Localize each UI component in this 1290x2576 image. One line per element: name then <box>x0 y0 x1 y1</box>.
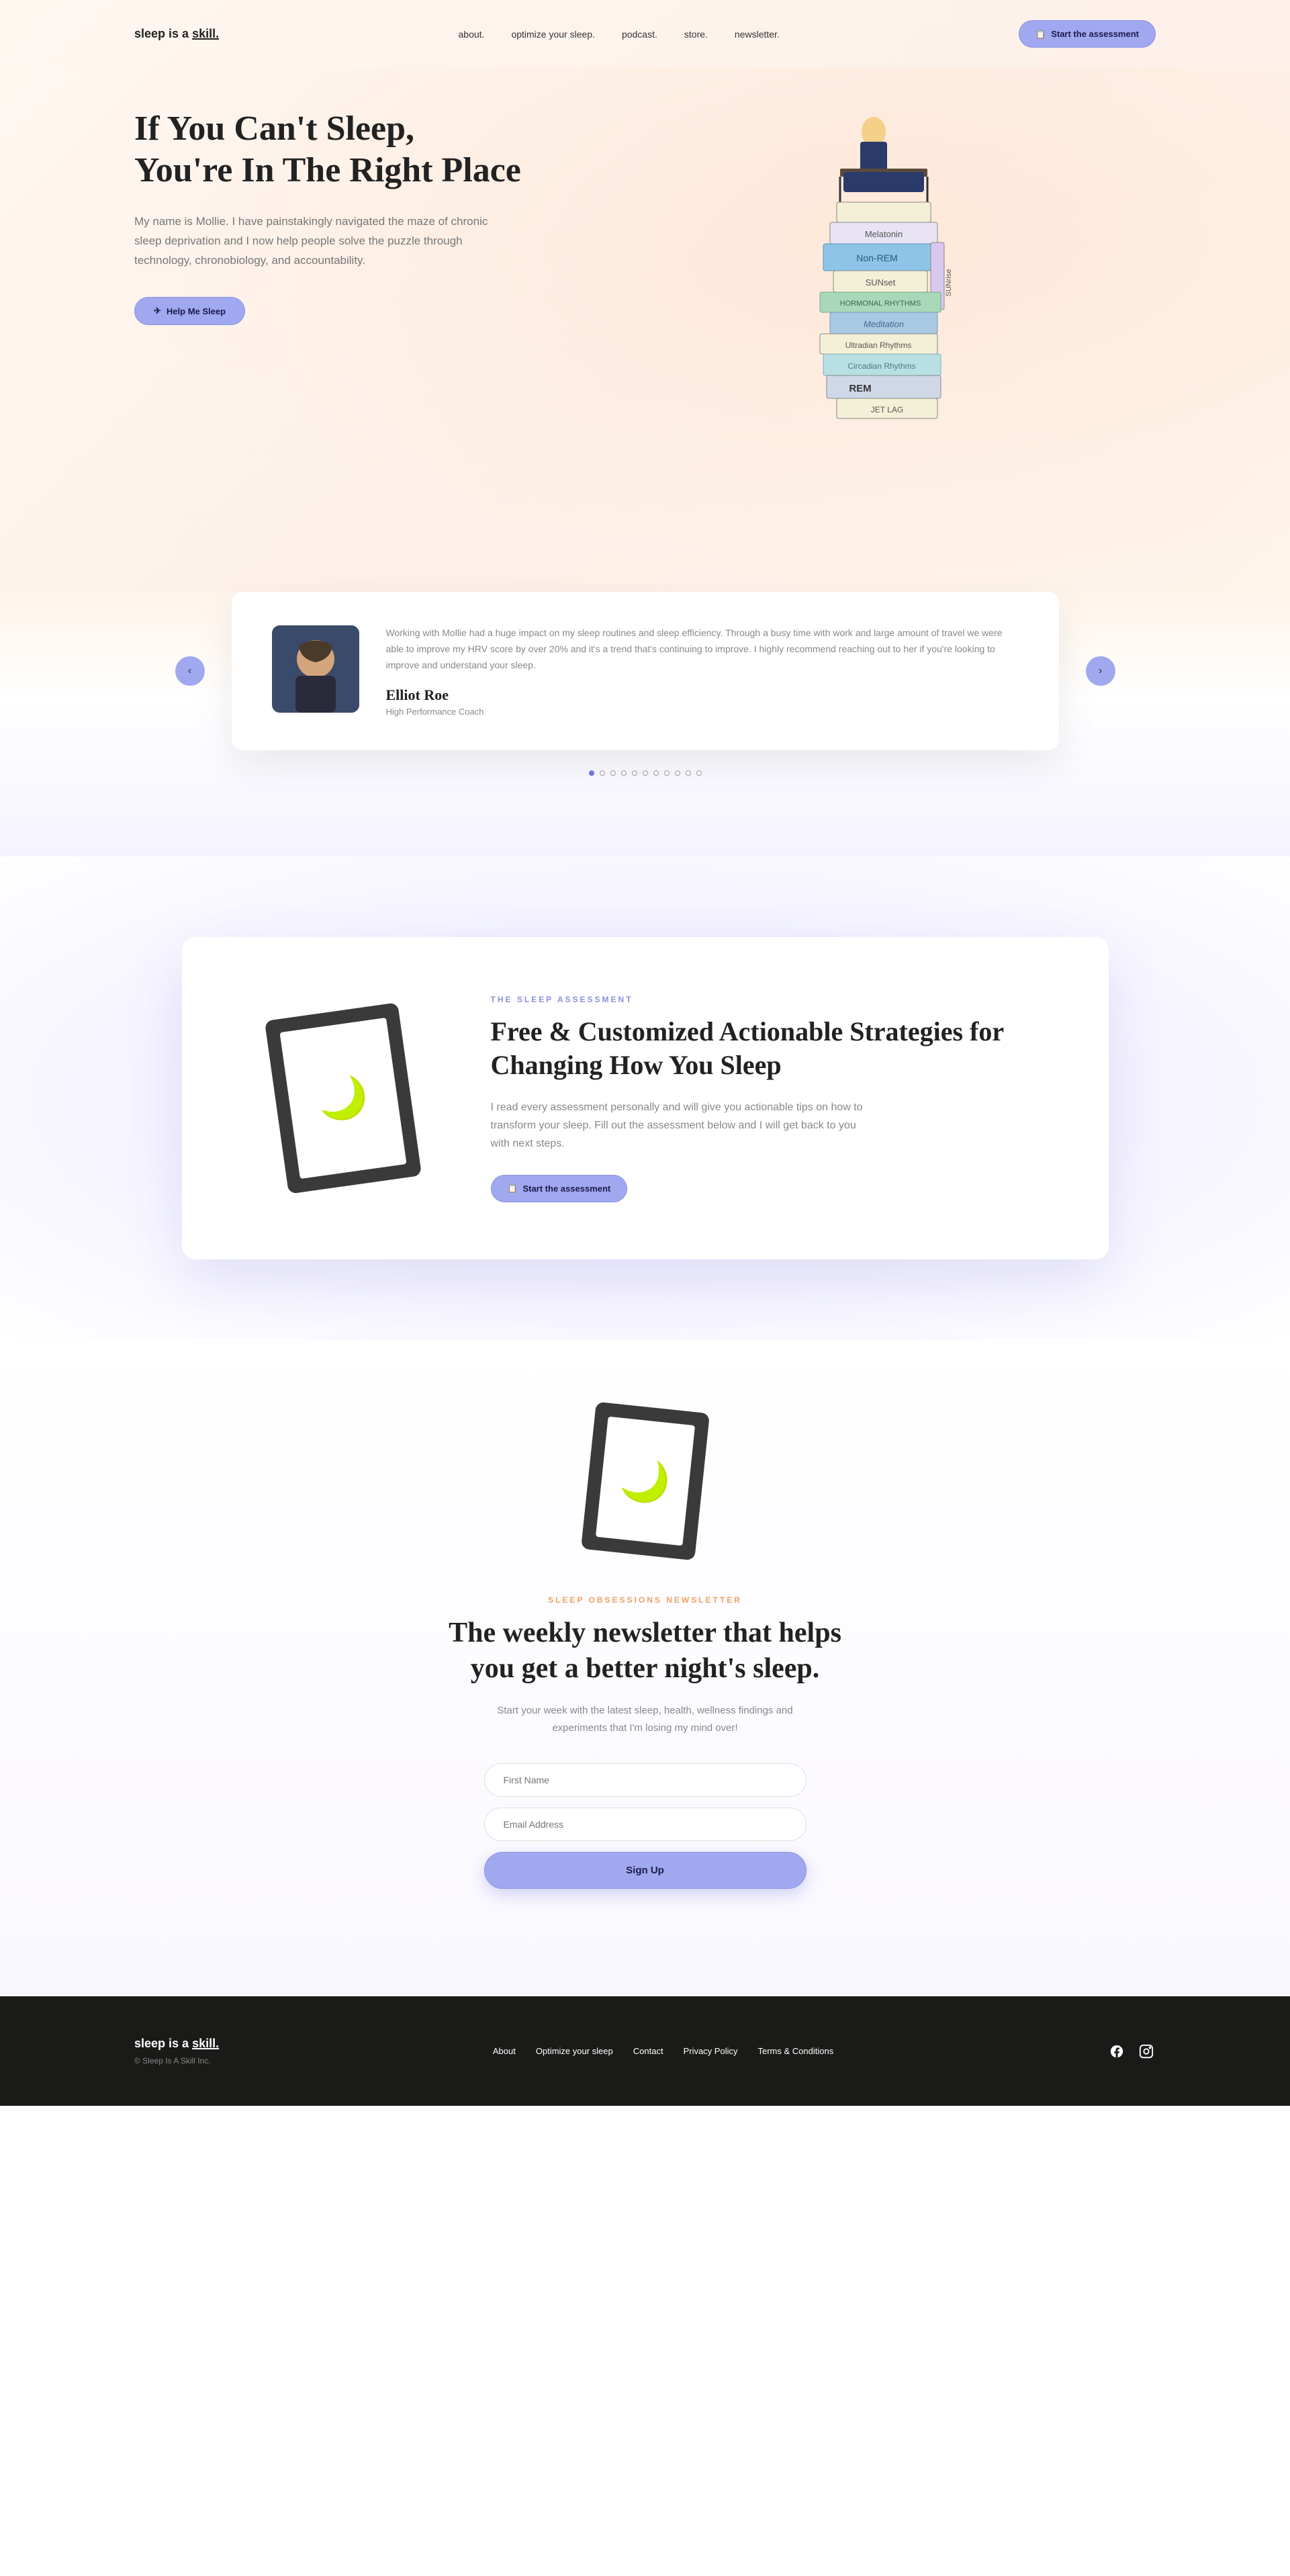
footer-terms[interactable]: Terms & Conditions <box>757 2046 833 2056</box>
dot-8[interactable] <box>675 770 680 776</box>
assessment-section: THE SLEEP ASSESSMENT Free & Customized A… <box>0 856 1290 1340</box>
start-assessment-label: Start the assessment <box>1051 29 1139 39</box>
footer-logo-prefix: sleep is a <box>134 2037 192 2050</box>
email-input[interactable] <box>484 1808 807 1841</box>
dot-4[interactable] <box>632 770 637 776</box>
dot-7[interactable] <box>664 770 670 776</box>
copyright: © Sleep Is A Skill Inc. <box>134 2056 219 2066</box>
nav-newsletter[interactable]: newsletter. <box>735 29 780 40</box>
newsletter-section: SLEEP OBSESSIONS NEWSLETTER The weekly n… <box>0 1340 1290 1996</box>
hero-title: If You Can't Sleep, You're In The Right … <box>134 108 591 192</box>
facebook-link[interactable] <box>1107 2042 1126 2061</box>
testimonial-dots <box>134 770 1156 776</box>
newsletter-form: Sign Up <box>484 1763 807 1889</box>
testimonial-role: High Performance Coach <box>386 707 1019 717</box>
newsletter-eyebrow: SLEEP OBSESSIONS NEWSLETTER <box>134 1595 1156 1605</box>
dot-10[interactable] <box>696 770 702 776</box>
svg-text:REM: REM <box>849 383 871 394</box>
chevron-left-icon: ‹ <box>188 665 191 677</box>
hero-illustration: Melatonin Non-REM SUNrise SUNset HORMONA… <box>591 108 1156 525</box>
footer-logo[interactable]: sleep is a skill. <box>134 2037 219 2051</box>
footer-privacy[interactable]: Privacy Policy <box>684 2046 738 2056</box>
nav-about[interactable]: about. <box>459 29 485 40</box>
dot-3[interactable] <box>621 770 627 776</box>
footer-social <box>1107 2042 1156 2061</box>
assessment-cta-button[interactable]: 📋 Start the assessment <box>491 1175 628 1202</box>
assessment-illustration <box>249 991 437 1206</box>
svg-text:Circadian Rhythms: Circadian Rhythms <box>847 361 915 371</box>
testimonial-content: Working with Mollie had a huge impact on… <box>386 625 1019 717</box>
footer-logo-highlight: skill. <box>192 2037 219 2050</box>
assessment-content: THE SLEEP ASSESSMENT Free & Customized A… <box>491 995 1042 1202</box>
hero-content: If You Can't Sleep, You're In The Right … <box>134 108 591 525</box>
testimonial-avatar <box>272 625 359 713</box>
dot-6[interactable] <box>653 770 659 776</box>
nav-podcast[interactable]: podcast. <box>622 29 657 40</box>
assessment-eyebrow: THE SLEEP ASSESSMENT <box>491 995 1042 1004</box>
svg-text:JET LAG: JET LAG <box>870 405 903 414</box>
svg-text:SUNset: SUNset <box>865 277 895 287</box>
instagram-icon <box>1139 2044 1154 2059</box>
dot-1[interactable] <box>600 770 605 776</box>
footer-nav: About Optimize your sleep Contact Privac… <box>493 2046 833 2056</box>
svg-text:Meditation: Meditation <box>864 319 904 329</box>
clipboard-icon: 📋 <box>508 1184 518 1193</box>
newsletter-illustration <box>571 1394 719 1568</box>
dot-5[interactable] <box>643 770 648 776</box>
hero-title-line1: If You Can't Sleep, <box>134 109 414 148</box>
site-footer: sleep is a skill. © Sleep Is A Skill Inc… <box>0 1996 1290 2106</box>
assessment-description: I read every assessment personally and w… <box>491 1098 867 1153</box>
send-icon: ✈ <box>154 306 161 316</box>
logo-prefix: sleep is a <box>134 27 192 40</box>
testimonial-prev-button[interactable]: ‹ <box>175 656 205 686</box>
nav-optimize[interactable]: optimize your sleep. <box>511 29 595 40</box>
footer-contact[interactable]: Contact <box>633 2046 663 2056</box>
assessment-cta-label: Start the assessment <box>522 1184 610 1194</box>
testimonial-quote: Working with Mollie had a huge impact on… <box>386 625 1019 673</box>
site-header: sleep is a skill. about. optimize your s… <box>0 0 1290 68</box>
hero-description: My name is Mollie. I have painstakingly … <box>134 212 510 271</box>
testimonial-card: Working with Mollie had a huge impact on… <box>232 592 1059 750</box>
svg-text:Melatonin: Melatonin <box>864 229 902 239</box>
main-nav: about. optimize your sleep. podcast. sto… <box>459 29 780 40</box>
dot-2[interactable] <box>610 770 616 776</box>
assessment-card: THE SLEEP ASSESSMENT Free & Customized A… <box>182 937 1109 1259</box>
instagram-link[interactable] <box>1137 2042 1156 2061</box>
svg-text:Non-REM: Non-REM <box>856 253 897 263</box>
svg-text:Ultradian Rhythms: Ultradian Rhythms <box>845 341 911 350</box>
testimonial-section: ‹ Working with Mollie had a huge impact … <box>0 592 1290 856</box>
dot-0[interactable] <box>589 770 594 776</box>
hero-title-line2: You're In The Right Place <box>134 151 521 189</box>
newsletter-title: The weekly newsletter that helps you get… <box>444 1615 847 1686</box>
dot-9[interactable] <box>686 770 691 776</box>
first-name-input[interactable] <box>484 1763 807 1797</box>
footer-about[interactable]: About <box>493 2046 516 2056</box>
logo-highlight: skill. <box>192 27 219 40</box>
facebook-icon <box>1109 2044 1124 2059</box>
testimonial-name: Elliot Roe <box>386 686 1019 704</box>
assessment-title: Free & Customized Actionable Strategies … <box>491 1015 1042 1082</box>
chevron-right-icon: › <box>1099 665 1102 677</box>
footer-optimize[interactable]: Optimize your sleep <box>536 2046 613 2056</box>
help-me-sleep-label: Help Me Sleep <box>167 306 226 316</box>
nav-store[interactable]: store. <box>684 29 708 40</box>
testimonial-next-button[interactable]: › <box>1086 656 1115 686</box>
start-assessment-button[interactable]: 📋 Start the assessment <box>1019 20 1156 48</box>
svg-text:SUNrise: SUNrise <box>945 269 953 297</box>
newsletter-description: Start your week with the latest sleep, h… <box>477 1702 813 1736</box>
svg-text:HORMONAL RHYTHMS: HORMONAL RHYTHMS <box>839 300 921 308</box>
clipboard-illustration-2 <box>580 1402 709 1561</box>
signup-button[interactable]: Sign Up <box>484 1852 807 1889</box>
logo[interactable]: sleep is a skill. <box>134 27 219 41</box>
help-me-sleep-button[interactable]: ✈ Help Me Sleep <box>134 297 245 325</box>
clipboard-illustration <box>264 1003 421 1194</box>
book-stack-illustration: Melatonin Non-REM SUNrise SUNset HORMONA… <box>773 108 974 525</box>
hero-section: If You Can't Sleep, You're In The Right … <box>0 68 1290 646</box>
clipboard-icon: 📋 <box>1035 30 1046 39</box>
footer-brand: sleep is a skill. © Sleep Is A Skill Inc… <box>134 2037 219 2066</box>
